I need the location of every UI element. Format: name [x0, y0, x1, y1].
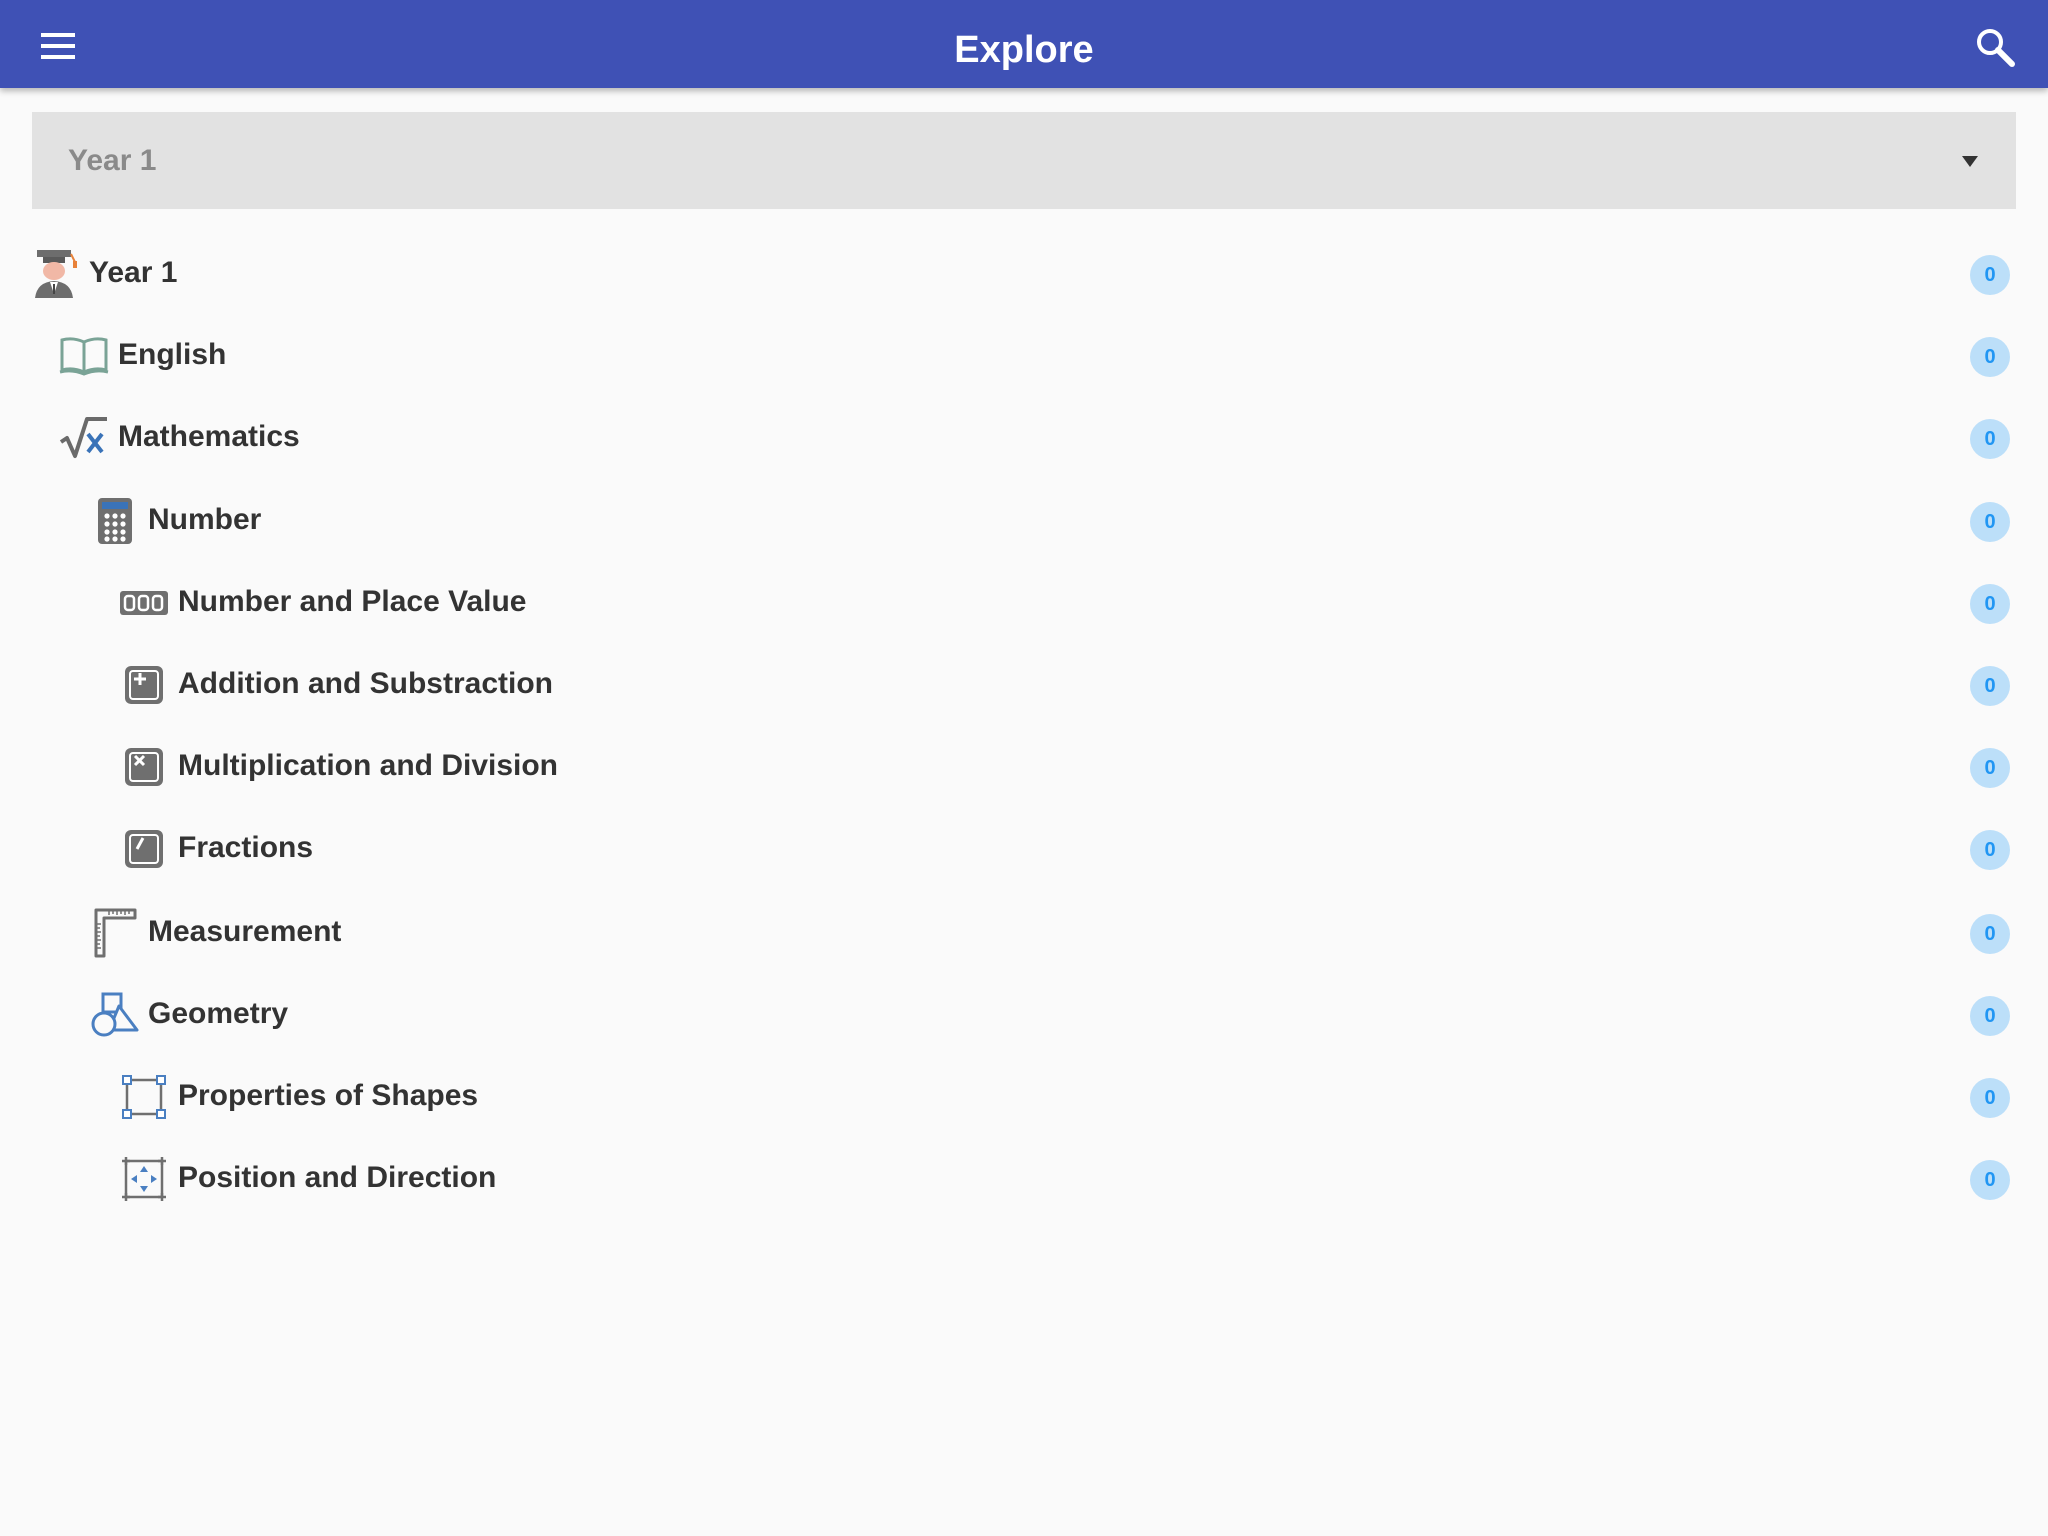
- tree-item-label: Number and Place Value: [178, 585, 527, 618]
- count-badge: 0: [1970, 996, 2010, 1036]
- tree-item-fractions[interactable]: Fractions 0: [0, 807, 2048, 889]
- tree-item-label: Mathematics: [118, 420, 300, 453]
- count-badge: 0: [1970, 666, 2010, 706]
- tree-item-label: Position and Direction: [178, 1161, 497, 1194]
- count-badge: 0: [1970, 337, 2010, 377]
- move-arrows-icon: [119, 1154, 169, 1204]
- tree-item-number[interactable]: Number 0: [0, 479, 2048, 561]
- plus-key-icon: [119, 660, 169, 710]
- tree-item-label: Number: [148, 503, 262, 536]
- count-badge: 0: [1970, 1160, 2010, 1200]
- dropdown-caret-icon: [1962, 156, 1978, 167]
- count-badge: 0: [1970, 502, 2010, 542]
- tree-item-position-and-direction[interactable]: Position and Direction 0: [0, 1137, 2048, 1219]
- tree-item-measurement[interactable]: Measurement 0: [0, 891, 2048, 973]
- count-badge: 0: [1970, 255, 2010, 295]
- times-key-icon: [119, 742, 169, 792]
- calculator-icon: [90, 496, 140, 546]
- year-dropdown[interactable]: Year 1: [32, 112, 2016, 209]
- tree-item-multiplication-and-division[interactable]: Multiplication and Division 0: [0, 725, 2048, 807]
- tree-item-label: Addition and Substraction: [178, 667, 553, 700]
- tree-item-label: Multiplication and Division: [178, 749, 559, 782]
- search-button[interactable]: [1968, 22, 2024, 74]
- count-badge: 0: [1970, 830, 2010, 870]
- year-dropdown-value: Year 1: [68, 144, 157, 177]
- place-value-digits-icon: [119, 578, 169, 628]
- count-badge: 0: [1970, 584, 2010, 624]
- tree-item-english[interactable]: English 0: [0, 314, 2048, 396]
- tree-item-addition-and-substraction[interactable]: Addition and Substraction 0: [0, 643, 2048, 725]
- graduate-icon: [31, 249, 81, 299]
- selection-square-icon: [119, 1072, 169, 1122]
- count-badge: 0: [1970, 419, 2010, 459]
- tree-item-label: English: [118, 338, 227, 371]
- tree-item-label: Fractions: [178, 831, 314, 864]
- tree-item-label: Measurement: [148, 915, 342, 948]
- page-title: Explore: [954, 29, 1094, 71]
- tree-item-label: Properties of Shapes: [178, 1079, 479, 1112]
- count-badge: 0: [1970, 914, 2010, 954]
- tree-item-geometry[interactable]: Geometry 0: [0, 973, 2048, 1055]
- tree-item-label: Geometry: [148, 997, 289, 1030]
- count-badge: 0: [1970, 748, 2010, 788]
- tree-item-mathematics[interactable]: Mathematics 0: [0, 396, 2048, 478]
- search-icon: [1977, 29, 2015, 67]
- square-root-x-icon: [59, 413, 109, 463]
- slash-key-icon: [119, 824, 169, 874]
- tree-item-year-1[interactable]: Year 1 0: [0, 232, 2048, 314]
- tree-item-number-and-place-value[interactable]: Number and Place Value 0: [0, 561, 2048, 643]
- app-bar: Explore: [0, 0, 2048, 88]
- tree-item-properties-of-shapes[interactable]: Properties of Shapes 0: [0, 1055, 2048, 1137]
- open-book-icon: [59, 331, 109, 381]
- count-badge: 0: [1970, 1078, 2010, 1118]
- shapes-icon: [90, 990, 140, 1040]
- tree-item-label: Year 1: [89, 256, 178, 289]
- ruler-square-icon: [90, 908, 140, 958]
